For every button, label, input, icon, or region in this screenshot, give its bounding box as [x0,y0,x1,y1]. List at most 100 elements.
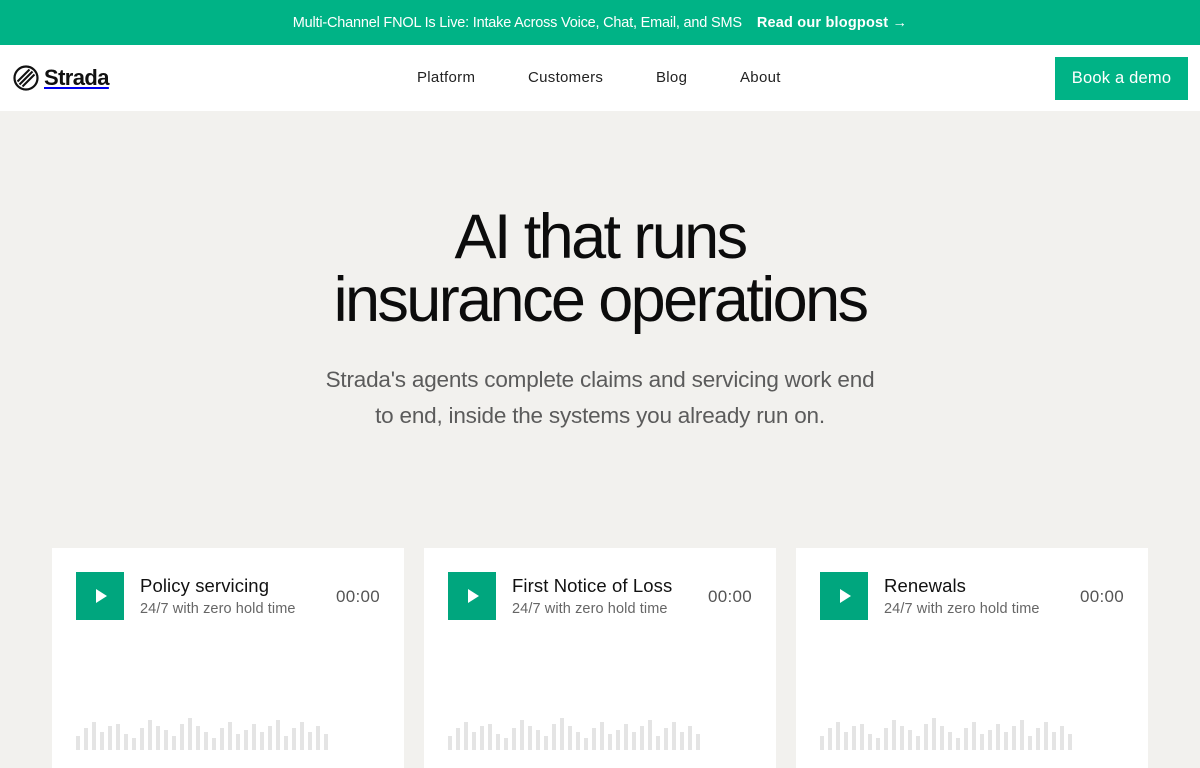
audio-card-policy-servicing: Policy servicing 24/7 with zero hold tim… [52,548,404,768]
waveform-bar [84,728,88,750]
waveform-bar [844,732,848,750]
play-button[interactable] [448,572,496,620]
waveform-bar [916,736,920,750]
hero-section: AI that runs insurance operations Strada… [0,111,1200,434]
waveform-bar [488,724,492,750]
waveform-bar [664,728,668,750]
waveform-bar [632,732,636,750]
waveform-bar [236,734,240,750]
hero-subtitle: Strada's agents complete claims and serv… [325,367,875,428]
waveform-bar [124,734,128,750]
audio-card-fnol: First Notice of Loss 24/7 with zero hold… [424,548,776,768]
logo-text: Strada [44,65,109,90]
audio-waveform[interactable] [820,710,1072,750]
waveform-bar [164,730,168,750]
waveform-bar [140,728,144,750]
waveform-bar [300,722,304,750]
waveform-bar [496,734,500,750]
waveform-bar [244,730,248,750]
book-demo-button[interactable]: Book a demo [1055,57,1188,100]
nav-link-about[interactable]: About [740,69,781,86]
waveform-bar [924,724,928,750]
waveform-bar [680,732,684,750]
card-timer: 00:00 [335,587,380,606]
play-button[interactable] [76,572,124,620]
card-title: Policy servicing [140,575,270,596]
waveform-bar [284,736,288,750]
waveform-bar [1060,726,1064,750]
waveform-bar [472,732,476,750]
waveform-bar [672,722,676,750]
card-title: Renewals [884,575,967,596]
logo[interactable]: Strada [13,65,109,91]
waveform-bar [568,726,572,750]
waveform-bar [592,728,596,750]
announcement-banner: Multi-Channel FNOL Is Live: Intake Acros… [0,0,1200,45]
play-button[interactable] [820,572,868,620]
blogpost-link[interactable]: Read our blogpost → [757,15,907,31]
waveform-bar [268,726,272,750]
waveform-bar [204,732,208,750]
play-icon [468,589,479,603]
waveform-bar [512,728,516,750]
waveform-bar [464,722,468,750]
waveform-bar [116,724,120,750]
waveform-bar [456,728,460,750]
waveform-bar [576,732,580,750]
waveform-bar [640,726,644,750]
waveform-bar [520,720,524,750]
waveform-bar [148,720,152,750]
waveform-bar [996,724,1000,750]
card-timer: 00:00 [1079,587,1124,606]
waveform-bar [480,726,484,750]
waveform-bar [536,730,540,750]
waveform-bar [212,738,216,750]
waveform-bar [948,732,952,750]
waveform-bar [836,722,840,750]
nav-link-customers[interactable]: Customers [528,69,603,86]
waveform-bar [448,736,452,750]
waveform-bar [648,720,652,750]
waveform-bar [616,730,620,750]
waveform-bar [188,718,192,750]
waveform-bar [600,722,604,750]
waveform-bar [656,736,660,750]
waveform-bar [884,728,888,750]
hero-title-line2: insurance operations [333,265,869,335]
waveform-bar [1044,722,1048,750]
waveform-bar [544,736,548,750]
play-icon [96,589,107,603]
waveform-bar [316,726,320,750]
waveform-bar [252,724,256,750]
waveform-bar [132,738,136,750]
waveform-bar [940,726,944,750]
waveform-bar [860,724,864,750]
waveform-bar [1068,734,1072,750]
waveform-bar [988,730,992,750]
waveform-bar [324,734,328,750]
waveform-bar [980,734,984,750]
waveform-bar [820,736,824,750]
waveform-bar [196,726,200,750]
waveform-bar [220,728,224,750]
waveform-bar [172,736,176,750]
nav-link-platform[interactable]: Platform [417,69,475,86]
waveform-bar [908,730,912,750]
waveform-bar [260,732,264,750]
waveform-bar [852,726,856,750]
hero-title-line1: AI that runs [454,202,749,272]
waveform-bar [308,732,312,750]
nav-link-blog[interactable]: Blog [656,69,687,86]
waveform-bar [972,722,976,750]
card-timer: 00:00 [707,587,752,606]
top-navigation: Strada Platform Customers Blog About Boo… [0,45,1200,111]
audio-waveform[interactable] [76,710,328,750]
banner-text: Multi-Channel FNOL Is Live: Intake Acros… [292,14,742,31]
waveform-bar [1012,726,1016,750]
waveform-bar [560,718,564,750]
waveform-bar [108,726,112,750]
waveform-bar [276,720,280,750]
audio-waveform[interactable] [448,710,700,750]
waveform-bar [608,734,612,750]
waveform-bar [624,724,628,750]
